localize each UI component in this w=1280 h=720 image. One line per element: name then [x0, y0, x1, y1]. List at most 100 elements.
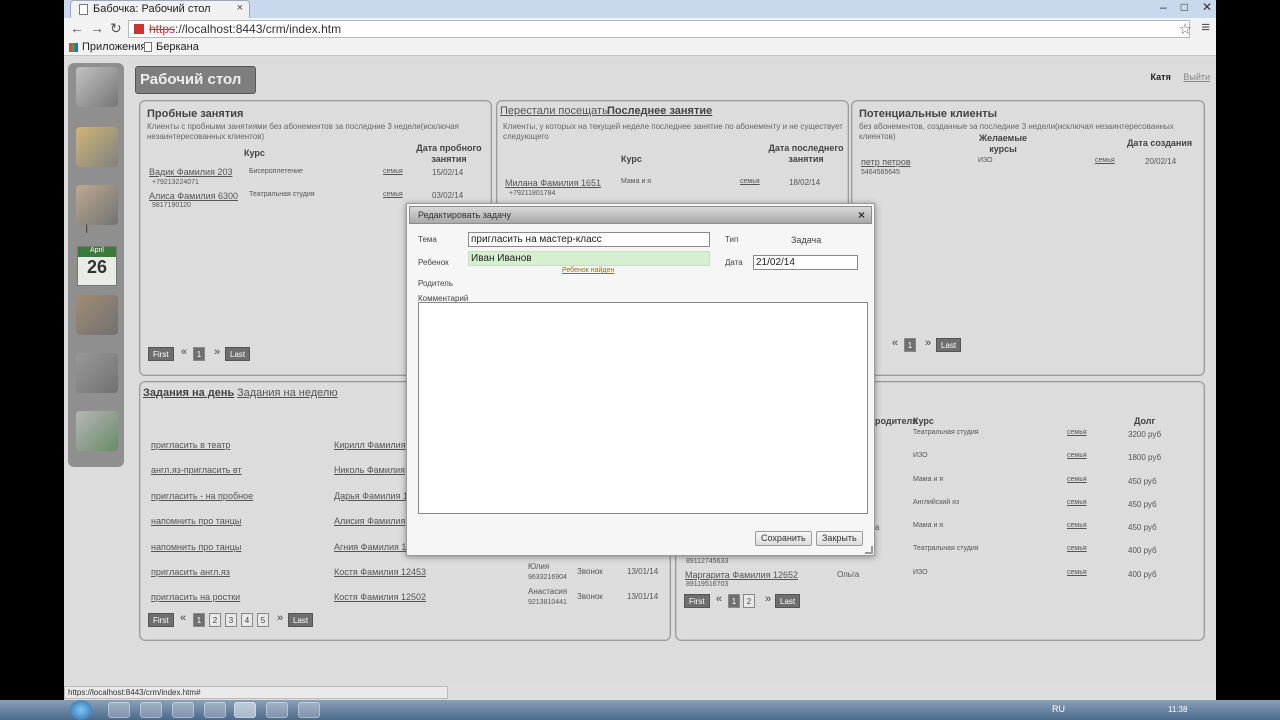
debt-family-link[interactable]: семья	[1067, 569, 1087, 576]
house-icon[interactable]	[76, 185, 118, 225]
debt-family-link[interactable]: семья	[1067, 499, 1087, 506]
potential-next-arrow[interactable]: »	[925, 337, 931, 349]
report-icon[interactable]	[76, 353, 118, 393]
trial-client-link[interactable]: Алиса Фамилия 6300	[149, 191, 238, 201]
tasks-last-button[interactable]: Last	[288, 613, 314, 627]
tasks-first-button[interactable]: First	[148, 613, 174, 627]
task-client-link[interactable]: Кирилл Фамилия	[334, 440, 406, 450]
clock[interactable]: 11:38	[1168, 705, 1187, 714]
close-button[interactable]: Закрыть	[816, 531, 863, 546]
bookmarks-bar: Приложения Беркана	[64, 40, 1216, 56]
potential-client-link[interactable]: петр петров	[861, 157, 911, 167]
tab-tasks-week[interactable]: Задания на неделю	[237, 387, 338, 399]
browser-tab[interactable]: Бабочка: Рабочий стол ×	[70, 0, 250, 18]
person-icon[interactable]	[76, 295, 118, 335]
back-icon[interactable]: ←	[70, 20, 84, 36]
debts-page-2[interactable]: 2	[743, 594, 755, 608]
task-link[interactable]: напомнить про танцы	[151, 516, 241, 526]
tasks-next-arrow[interactable]: »	[277, 612, 283, 624]
media-icon[interactable]	[172, 702, 194, 718]
task-client-link[interactable]: Костя Фамилия 12502	[334, 592, 426, 602]
tasks-page-2[interactable]: 2	[209, 613, 221, 627]
tab-close-icon[interactable]: ×	[237, 2, 243, 14]
maximize-icon[interactable]: □	[1181, 0, 1188, 16]
debts-first-button[interactable]: First	[684, 594, 710, 608]
debt-family-link[interactable]: семья	[1067, 522, 1087, 529]
cash-register-icon[interactable]	[76, 67, 118, 107]
resize-grip-icon[interactable]	[865, 546, 873, 554]
skype-icon[interactable]	[266, 702, 288, 718]
schedule-icon[interactable]	[76, 411, 118, 451]
ie-icon[interactable]	[108, 702, 130, 718]
save-button[interactable]: Сохранить	[755, 531, 812, 546]
explorer-icon[interactable]	[140, 702, 162, 718]
bookmark-star-icon[interactable]: ☆	[1179, 20, 1192, 38]
trial-last-button[interactable]: Last	[225, 347, 251, 361]
bookmark-berkana[interactable]: Беркана	[156, 41, 199, 53]
debt-client-link[interactable]: Маргарита Фамилия 12652	[685, 570, 798, 580]
task-client-link[interactable]: Николь Фамилия	[334, 465, 405, 475]
app-icon[interactable]	[298, 702, 320, 718]
task-link[interactable]: англ.яз-пригласить вт	[151, 465, 242, 475]
date-input[interactable]: 21/02/14	[753, 255, 858, 270]
debts-last-button[interactable]: Last	[775, 594, 801, 608]
tasks-prev-arrow[interactable]: «	[180, 612, 186, 624]
tasks-page-4[interactable]: 4	[241, 613, 253, 627]
task-link[interactable]: пригласить на ростки	[151, 592, 240, 602]
task-client-link[interactable]: Костя Фамилия 12453	[334, 567, 426, 577]
task-client-link[interactable]: Алисия Фамилия	[334, 516, 405, 526]
potential-page-1[interactable]: 1	[904, 338, 916, 352]
trial-page-1[interactable]: 1	[193, 347, 205, 361]
close-window-icon[interactable]: ✕	[1202, 0, 1212, 16]
task-client-link[interactable]: Агния Фамилия 1	[334, 542, 406, 552]
debts-page-1[interactable]: 1	[728, 594, 740, 608]
tab-stopped[interactable]: Перестали посещать	[500, 105, 608, 117]
chrome-icon[interactable]	[234, 702, 256, 718]
address-bar[interactable]: https://localhost:8443/crm/index.htm	[128, 20, 1190, 38]
start-button-icon[interactable]	[70, 700, 92, 720]
tasks-page-3[interactable]: 3	[225, 613, 237, 627]
potential-prev-arrow[interactable]: «	[892, 337, 898, 349]
forward-icon[interactable]: →	[90, 20, 104, 36]
debts-next-arrow[interactable]: »	[765, 593, 771, 605]
logout-link[interactable]: Выйти	[1183, 72, 1210, 82]
task-link[interactable]: напомнить про танцы	[151, 542, 241, 552]
trial-family-link[interactable]: семья	[383, 191, 403, 198]
subject-input[interactable]: пригласить на мастер-класс	[468, 232, 710, 247]
debt-family-link[interactable]: семья	[1067, 476, 1087, 483]
dialog-close-icon[interactable]: ×	[858, 208, 865, 222]
child-input[interactable]: Иван Иванов	[468, 251, 710, 266]
task-link[interactable]: пригласить англ.яз	[151, 567, 230, 577]
tab-last-lesson[interactable]: Последнее занятие	[607, 105, 712, 117]
trial-first-button[interactable]: First	[148, 347, 174, 361]
task-link[interactable]: пригласить - на пробное	[151, 491, 253, 501]
dialog-header[interactable]: Редактировать задачу ×	[409, 206, 872, 224]
trial-next-arrow[interactable]: »	[214, 346, 220, 358]
firefox-icon[interactable]	[204, 702, 226, 718]
potential-last-button[interactable]: Last	[936, 338, 962, 352]
bookmark-apps[interactable]: Приложения	[82, 41, 146, 53]
debt-family-link[interactable]: семья	[1067, 452, 1087, 459]
child-found-link[interactable]: Ребенок найден	[562, 267, 614, 274]
minimize-icon[interactable]: –	[1160, 0, 1167, 16]
tab-tasks-day[interactable]: Задания на день	[143, 387, 234, 399]
menu-icon[interactable]: ≡	[1201, 19, 1210, 36]
debt-family-link[interactable]: семья	[1067, 545, 1087, 552]
trial-family-link[interactable]: семья	[383, 168, 403, 175]
potential-family-link[interactable]: семья	[1095, 157, 1115, 164]
reload-icon[interactable]: ↻	[110, 20, 122, 37]
tasks-page-1[interactable]: 1	[193, 613, 205, 627]
trial-prev-arrow[interactable]: «	[181, 346, 187, 358]
task-client-link[interactable]: Дарья Фамилия 1	[334, 491, 408, 501]
debt-family-link[interactable]: семья	[1067, 429, 1087, 436]
pencil-icon[interactable]	[76, 127, 118, 167]
language-indicator[interactable]: RU	[1052, 704, 1065, 714]
stopped-client-link[interactable]: Милана Фамилия 1651	[505, 178, 601, 188]
debts-prev-arrow[interactable]: «	[716, 593, 722, 605]
calendar-icon[interactable]: April 26	[77, 246, 117, 286]
comment-textarea[interactable]	[418, 302, 868, 514]
stopped-family-link[interactable]: семья	[740, 178, 760, 185]
task-link[interactable]: пригласить в театр	[151, 440, 230, 450]
trial-client-link[interactable]: Вадик Фамилия 203	[149, 167, 232, 177]
tasks-page-5[interactable]: 5	[257, 613, 269, 627]
